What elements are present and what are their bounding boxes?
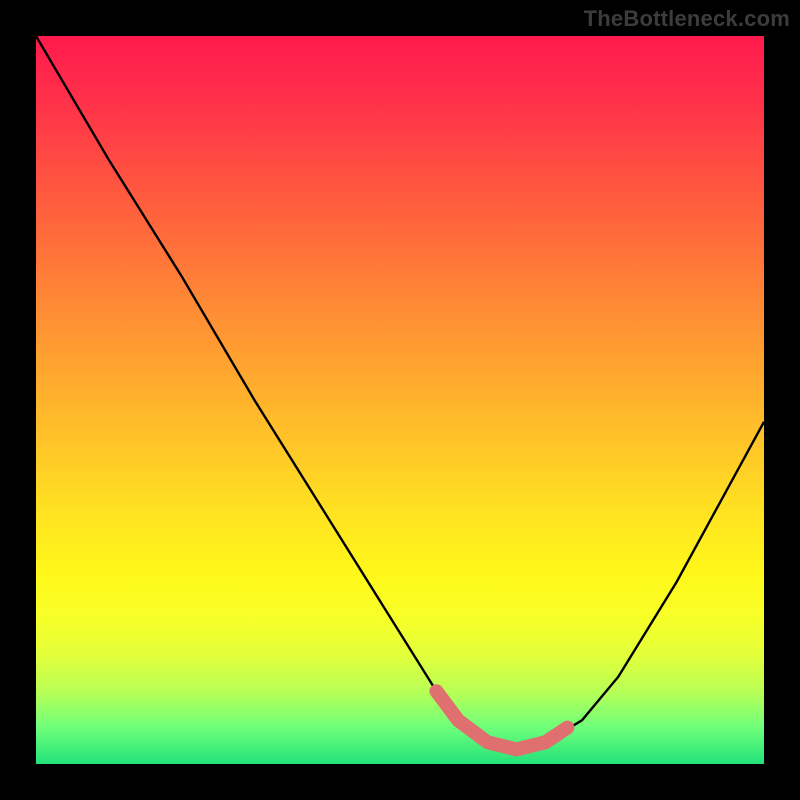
optimal-range-highlight bbox=[436, 691, 567, 749]
bottleneck-curve bbox=[36, 36, 764, 764]
chart-frame: TheBottleneck.com bbox=[0, 0, 800, 800]
watermark-text: TheBottleneck.com bbox=[584, 6, 790, 32]
curve-line bbox=[36, 36, 764, 749]
